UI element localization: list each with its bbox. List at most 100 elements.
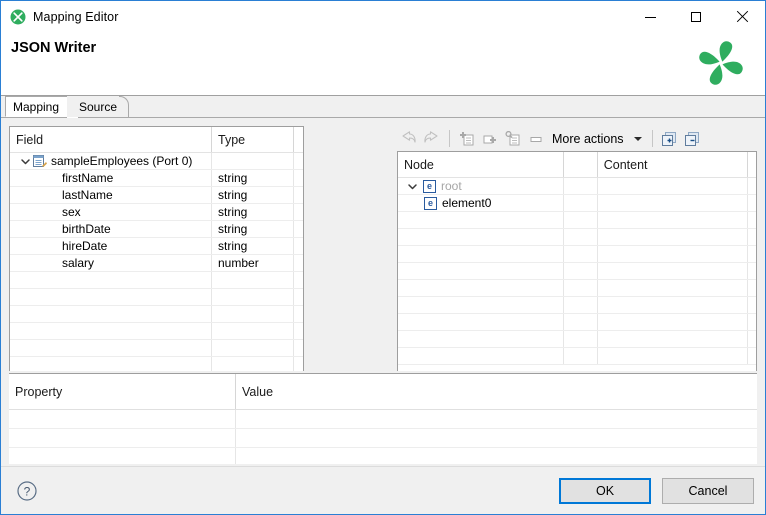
field-column-header[interactable]: Field <box>10 127 212 152</box>
node-mid-cell <box>564 280 598 296</box>
undo-icon <box>401 131 416 143</box>
close-icon <box>736 11 748 23</box>
property-cell <box>9 429 236 447</box>
add-text-button[interactable] <box>525 128 547 149</box>
node-column-header[interactable]: Node <box>398 152 565 177</box>
field-name: hireDate <box>62 239 108 253</box>
redo-button[interactable] <box>420 128 442 149</box>
add-attribute-button[interactable] <box>502 128 524 149</box>
maximize-button[interactable] <box>673 1 719 33</box>
add-sibling-button[interactable] <box>479 128 501 149</box>
tab-mapping-label: Mapping <box>13 99 60 114</box>
spacer-cell <box>294 323 303 339</box>
field-name: birthDate <box>62 222 111 236</box>
redo-icon <box>423 131 438 143</box>
spacer-cell <box>748 263 756 279</box>
table-row[interactable] <box>398 331 756 348</box>
node-name: element0 <box>442 196 492 210</box>
help-icon: ? <box>17 480 37 501</box>
spacer-cell <box>748 195 756 211</box>
expand-all-icon <box>662 131 677 146</box>
node-name: root <box>441 179 462 193</box>
property-column-header[interactable]: Property <box>9 374 236 409</box>
field-name: firstName <box>62 171 114 185</box>
table-row[interactable] <box>398 263 756 280</box>
chevron-down-icon[interactable] <box>407 181 418 192</box>
table-row[interactable]: e element0 <box>398 195 756 212</box>
table-row[interactable] <box>10 306 303 323</box>
table-row[interactable] <box>398 246 756 263</box>
node-mid-cell <box>564 212 598 228</box>
table-row[interactable]: sex string <box>10 204 303 221</box>
node-cell <box>398 348 565 364</box>
node-toolbar: More actions <box>397 126 757 151</box>
table-row[interactable] <box>9 429 757 448</box>
field-table[interactable]: Field Type sampleEmployees (Port 0) first… <box>9 126 304 371</box>
table-row[interactable] <box>398 314 756 331</box>
help-button[interactable]: ? <box>16 480 38 502</box>
tab-mapping[interactable]: Mapping <box>5 96 70 117</box>
table-row[interactable] <box>10 323 303 340</box>
table-row[interactable] <box>10 289 303 306</box>
spacer-cell <box>748 246 756 262</box>
node-mid-column-header[interactable] <box>564 152 598 177</box>
table-row[interactable]: salary number <box>10 255 303 272</box>
table-row[interactable] <box>398 348 756 365</box>
content-cell <box>598 263 749 279</box>
node-table[interactable]: Node Content e root e element0 <box>397 151 757 371</box>
tab-source[interactable]: Source <box>67 96 130 118</box>
table-row[interactable]: sampleEmployees (Port 0) <box>10 153 303 170</box>
node-mid-cell <box>564 331 598 347</box>
value-column-header[interactable]: Value <box>236 374 757 409</box>
ok-button[interactable]: OK <box>559 477 651 504</box>
field-cell <box>10 323 212 339</box>
table-row[interactable] <box>398 280 756 297</box>
table-row[interactable]: e root <box>398 178 756 195</box>
content-column-header[interactable]: Content <box>598 152 749 177</box>
node-cell <box>398 314 565 330</box>
table-row[interactable] <box>398 229 756 246</box>
field-cell: sex <box>10 204 212 220</box>
table-row[interactable] <box>9 410 757 429</box>
node-cell: e root <box>398 178 565 194</box>
node-cell <box>398 229 565 245</box>
undo-button[interactable] <box>397 128 419 149</box>
node-cell: e element0 <box>398 195 565 211</box>
minimize-icon <box>644 16 656 18</box>
type-cell <box>212 357 294 371</box>
field-cell: hireDate <box>10 238 212 254</box>
cancel-button[interactable]: Cancel <box>662 477 754 504</box>
table-row[interactable] <box>10 357 303 371</box>
more-actions-button[interactable]: More actions <box>548 128 646 149</box>
field-name: lastName <box>62 188 113 202</box>
content-cell <box>598 195 749 211</box>
close-button[interactable] <box>719 1 765 33</box>
table-row[interactable] <box>398 297 756 314</box>
table-row[interactable] <box>398 212 756 229</box>
table-row[interactable] <box>10 272 303 289</box>
content-cell <box>598 297 749 313</box>
table-row[interactable] <box>10 340 303 357</box>
field-cell <box>10 272 212 288</box>
maximize-icon <box>691 12 701 22</box>
content-cell <box>598 348 749 364</box>
node-cell <box>398 246 565 262</box>
add-attribute-icon <box>505 130 520 145</box>
spacer-cell <box>748 331 756 347</box>
minimize-button[interactable] <box>627 1 673 33</box>
property-table[interactable]: Property Value <box>9 373 757 464</box>
tab-strip: Mapping Source <box>1 96 765 118</box>
clover-icon <box>10 9 26 25</box>
node-table-header: Node Content <box>398 152 756 178</box>
collapse-all-button[interactable] <box>682 128 704 149</box>
expand-all-button[interactable] <box>659 128 681 149</box>
table-row[interactable]: hireDate string <box>10 238 303 255</box>
chevron-down-icon[interactable] <box>20 156 31 167</box>
table-row[interactable]: birthDate string <box>10 221 303 238</box>
add-element-button[interactable] <box>456 128 478 149</box>
window-title: Mapping Editor <box>33 10 119 24</box>
table-row[interactable]: lastName string <box>10 187 303 204</box>
table-row[interactable] <box>9 448 757 464</box>
type-column-header[interactable]: Type <box>212 127 294 152</box>
table-row[interactable]: firstName string <box>10 170 303 187</box>
